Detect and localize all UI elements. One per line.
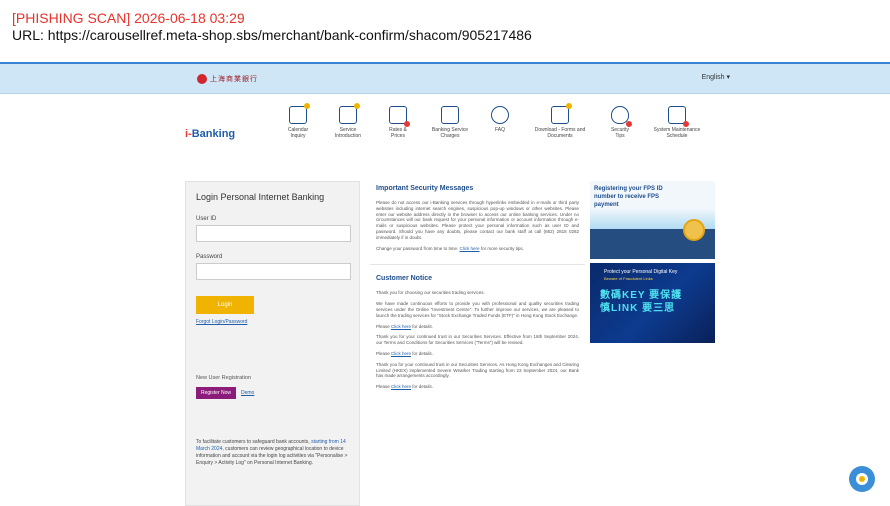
notice-para: Thank you for choosing our securities tr…: [376, 290, 485, 296]
rates-icon: [389, 106, 410, 127]
nav-item-calendar[interactable]: Calendar Inquiry: [273, 103, 323, 139]
text: for details.: [411, 384, 434, 390]
demo-link[interactable]: Demo: [241, 390, 254, 396]
security-tips-link[interactable]: Click here: [460, 246, 480, 251]
security-para: Please do not access our i-Banking servi…: [376, 200, 579, 240]
fps-banner[interactable]: Registering your FPS ID number to receiv…: [590, 181, 715, 259]
user-id-input[interactable]: [196, 225, 351, 242]
logo-text: 上海商業銀行: [210, 75, 258, 83]
login-title: Login Personal Internet Banking: [196, 192, 325, 202]
nav-item-service[interactable]: Service Introduction: [323, 103, 373, 139]
nav-label: Banking Service Charges: [431, 127, 469, 139]
maintenance-icon: [668, 106, 689, 127]
fps-banner-text: Registering your FPS ID number to receiv…: [594, 186, 663, 208]
nav-item-security[interactable]: Security Tips: [595, 106, 645, 139]
notice-para: Thank you for your continued trust in ou…: [376, 361, 579, 379]
coin-icon: [683, 219, 705, 241]
text: for details.: [411, 323, 434, 329]
digital-key-banner[interactable]: Protect your Personal Digital Key Beware…: [590, 263, 715, 343]
customer-notice: Customer Notice Thank you for choosing o…: [370, 265, 585, 403]
banner2-slogan: 數碼KEY 要保護 慎LINK 要三思: [600, 290, 683, 314]
bank-logo[interactable]: 上海商業銀行: [197, 71, 307, 87]
security-tip: Change your password from time to time. …: [376, 246, 579, 252]
brand-prefix: i-: [185, 128, 192, 140]
note-prefix: To facilitate customers to safeguard ban…: [196, 439, 312, 445]
forgot-password-link[interactable]: Forgot Login/Password: [196, 319, 349, 325]
nav-label: Security Tips: [610, 127, 630, 139]
register-title: New User Registration: [196, 375, 252, 381]
nav-item-download[interactable]: Download - Forms and Documents: [530, 103, 590, 139]
nav-item-charges[interactable]: Banking Service Charges: [425, 106, 475, 139]
charges-icon: [441, 106, 459, 124]
messages-column: Important Security Messages Please do no…: [370, 181, 585, 506]
main-nav: i-Banking Calendar Inquiry Service Intro…: [185, 103, 715, 166]
password-input[interactable]: [196, 263, 351, 280]
brand-name: Banking: [191, 128, 236, 140]
scan-url: URL: https://carousellref.meta-shop.sbs/…: [12, 27, 532, 43]
nav-label: Service Introduction: [334, 127, 362, 139]
nav-item-maintenance[interactable]: System Maintenance Schedule: [647, 106, 707, 139]
banner2-line2: Beware of Fraudulent Links: [604, 276, 653, 281]
login-note: To facilitate customers to safeguard ban…: [196, 439, 349, 467]
bank-page: 上海商業銀行 English ▾ i-Banking Calendar Inqu…: [0, 62, 890, 506]
notice-para: Please Click here for details.: [376, 384, 579, 390]
tip-prefix: Change your password from time to time.: [376, 245, 460, 251]
banner2-line1: Protect your Personal Digital Key: [604, 269, 678, 275]
calendar-icon: [289, 103, 310, 124]
security-messages: Important Security Messages Please do no…: [370, 181, 585, 266]
text: Please: [376, 350, 392, 356]
notice-para: Please Click here for details.: [376, 351, 579, 357]
security-title: Important Security Messages: [376, 185, 474, 192]
text: Please: [376, 323, 392, 329]
side-banners: Registering your FPS ID number to receiv…: [590, 181, 715, 343]
tip-suffix: for more security tips.: [479, 245, 524, 251]
register-button[interactable]: Register Now: [196, 387, 236, 399]
nav-label: Rates & Prices: [389, 127, 407, 139]
register-row: Register Now Demo: [196, 387, 349, 399]
scan-title: [PHISHING SCAN] 2026-06-18 03:29: [12, 10, 245, 26]
shield-icon: [611, 106, 632, 127]
faq-icon: [491, 106, 509, 124]
language-selector[interactable]: English ▾: [702, 73, 730, 81]
notice-para: We have made continuous efforts to provi…: [376, 301, 579, 318]
nav-label: FAQ: [494, 127, 505, 133]
notice-para: Please Click here for details.: [376, 324, 579, 330]
logo-mark-icon: [197, 74, 207, 84]
login-panel: Login Personal Internet Banking User ID …: [185, 181, 360, 506]
top-bar: 上海商業銀行 English ▾: [0, 64, 890, 94]
nav-label: Download - Forms and Documents: [534, 127, 586, 139]
nav-item-rates[interactable]: Rates & Prices: [373, 106, 423, 139]
user-id-label: User ID: [196, 216, 217, 222]
assistant-icon: [856, 473, 868, 485]
ibanking-brand[interactable]: i-Banking: [185, 128, 235, 140]
details-link[interactable]: Click here: [391, 324, 411, 329]
details-link[interactable]: Click here: [391, 351, 411, 356]
scan-header: [PHISHING SCAN] 2026-06-18 03:29 URL: ht…: [0, 0, 890, 62]
password-label: Password: [196, 254, 223, 260]
text: for details.: [411, 350, 434, 356]
nav-label: Calendar Inquiry: [287, 127, 309, 139]
nav-label: System Maintenance Schedule: [653, 127, 701, 139]
service-icon: [339, 103, 360, 124]
notice-title: Customer Notice: [376, 275, 433, 283]
login-button[interactable]: Login: [196, 296, 254, 314]
content-area: Login Personal Internet Banking User ID …: [185, 181, 715, 506]
notice-para: Thank you for your continued trust in ou…: [376, 334, 579, 346]
nav-item-faq[interactable]: FAQ: [475, 106, 525, 133]
details-link[interactable]: Click here: [391, 384, 411, 389]
download-icon: [551, 103, 572, 124]
chat-assistant-button[interactable]: [849, 466, 875, 492]
text: Please: [376, 384, 392, 390]
